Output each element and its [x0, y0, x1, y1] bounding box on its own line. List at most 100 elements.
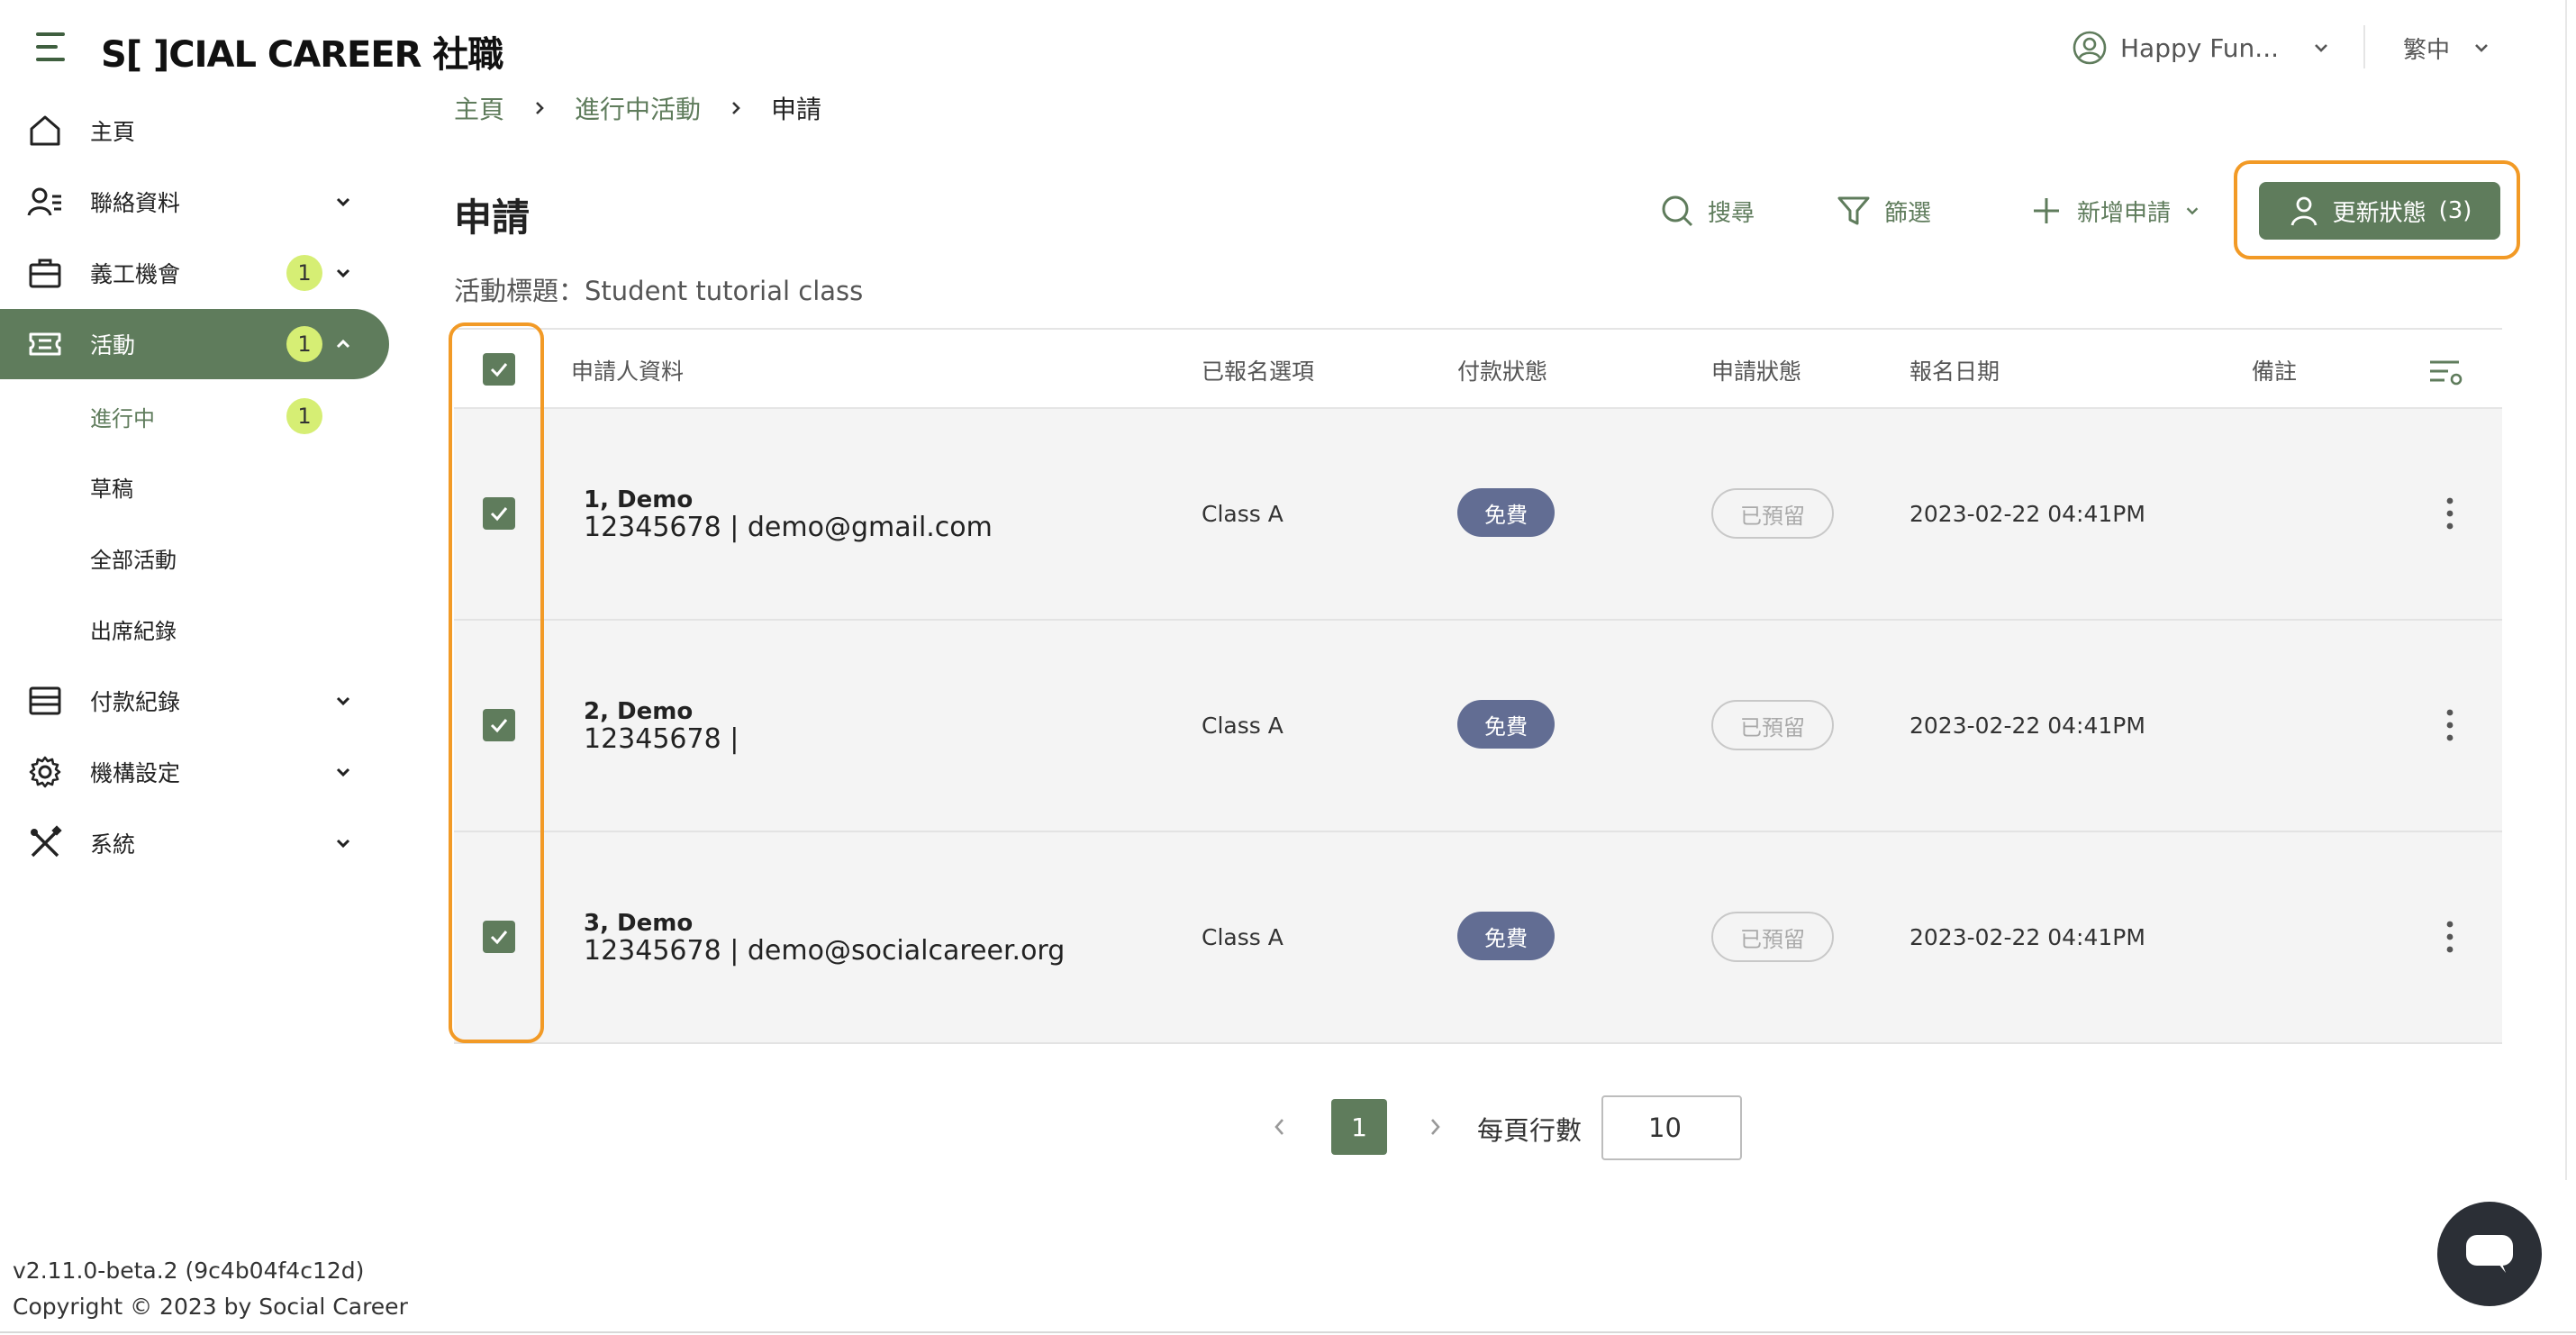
sidebar-item-label: 主頁 — [90, 119, 136, 145]
registration-date: 2023-02-22 04:41PM — [1909, 713, 2145, 739]
application-status-chip: 已預留 — [1711, 488, 1834, 539]
payment-icon — [29, 686, 61, 715]
hamburger-menu-icon[interactable] — [36, 31, 72, 63]
registered-option: Class A — [1202, 713, 1283, 739]
table-row[interactable]: 3, Demo 12345678 | demo@socialcareer.org… — [454, 832, 2502, 1044]
applicant-name[interactable]: 3, Demo — [584, 910, 693, 937]
copyright: Copyright © 2023 by Social Career — [13, 1294, 408, 1320]
page-title: 申請 — [454, 195, 531, 240]
breadcrumb-ongoing-activities[interactable]: 進行中活動 — [575, 90, 701, 126]
sidebar-item-system[interactable]: 系統 — [0, 808, 389, 878]
user-circle-icon — [2073, 31, 2107, 65]
chevron-down-icon — [336, 767, 350, 777]
chevron-down-icon — [336, 696, 350, 706]
sidebar-subitem-drafts[interactable]: 草稿 — [90, 459, 133, 513]
header-option[interactable]: 已報名選項 — [1202, 330, 1314, 411]
prev-page-button[interactable] — [1252, 1099, 1308, 1155]
breadcrumb-home[interactable]: 主頁 — [454, 90, 504, 126]
applicant-contact: 12345678 | demo@gmail.com — [584, 512, 993, 543]
more-options-icon[interactable] — [2435, 495, 2464, 531]
chevron-down-icon — [2315, 44, 2327, 52]
chevron-down-icon — [336, 197, 350, 207]
sidebar-item-label: 聯絡資料 — [90, 190, 181, 216]
chevron-down-icon — [336, 839, 350, 849]
table-row[interactable]: 1, Demo 12345678 | demo@gmail.com Class … — [454, 409, 2502, 621]
header-payment[interactable]: 付款狀態 — [1457, 330, 1547, 411]
header-date[interactable]: 報名日期 — [1909, 330, 2000, 411]
header-divider — [2363, 25, 2365, 68]
chevron-down-icon — [2186, 207, 2199, 215]
sidebar-subitem-ongoing[interactable]: 進行中 — [90, 389, 155, 443]
payment-status-chip: 免費 — [1457, 700, 1555, 749]
search-icon — [1662, 195, 1693, 227]
user-menu[interactable]: Happy Fun... — [2072, 25, 2331, 70]
bottom-border — [0, 1331, 2576, 1333]
registration-date: 2023-02-22 04:41PM — [1909, 924, 2145, 950]
chat-bubble-icon — [2466, 1235, 2513, 1273]
sidebar-item-label: 系統 — [90, 831, 136, 858]
filter-label: 篩選 — [1884, 199, 1932, 227]
application-status-chip: 已預留 — [1711, 700, 1834, 750]
header-applicant[interactable]: 申請人資料 — [571, 330, 684, 411]
chat-button[interactable] — [2437, 1202, 2542, 1306]
applicant-contact: 12345678 | — [584, 723, 739, 755]
language-label: 繁中 — [2403, 36, 2451, 64]
plus-icon — [2034, 198, 2059, 223]
highlight-box — [449, 322, 544, 1043]
briefcase-icon — [29, 259, 61, 288]
more-options-icon[interactable] — [2435, 919, 2464, 955]
table-header: 申請人資料 已報名選項 付款狀態 申請狀態 報名日期 備註 — [454, 328, 2502, 409]
sidebar-item-contacts[interactable]: 聯絡資料 — [0, 167, 389, 237]
gear-icon — [29, 756, 61, 788]
sidebar-item-payments[interactable]: 付款紀錄 — [0, 666, 389, 736]
add-application-label: 新增申請 — [2077, 199, 2172, 227]
header-status[interactable]: 申請狀態 — [1711, 330, 1801, 411]
count-badge: 1 — [286, 326, 322, 362]
search-label: 搜尋 — [1708, 199, 1755, 227]
activity-title: 活動標題：Student tutorial class — [454, 276, 864, 306]
sidebar-item-home[interactable]: 主頁 — [0, 95, 389, 166]
sidebar-item-volunteer[interactable]: 義工機會 1 — [0, 238, 389, 308]
more-options-icon[interactable] — [2435, 707, 2464, 743]
table-row[interactable]: 2, Demo 12345678 | Class A 免費 已預留 2023-0… — [454, 621, 2502, 832]
chevron-down-icon — [336, 268, 350, 278]
filter-button[interactable]: 篩選 — [1836, 187, 1931, 234]
registered-option: Class A — [1202, 924, 1283, 950]
registration-date: 2023-02-22 04:41PM — [1909, 501, 2145, 527]
rows-per-page-input[interactable]: 10 — [1601, 1095, 1742, 1160]
sidebar-item-org-settings[interactable]: 機構設定 — [0, 737, 389, 807]
language-selector[interactable]: 繁中 — [2403, 25, 2491, 70]
app-version: v2.11.0-beta.2 (9c4b04f4c12d) — [13, 1258, 365, 1284]
user-name: Happy Fun... — [2120, 32, 2279, 63]
chevron-right-icon — [536, 102, 544, 114]
contacts-icon — [27, 187, 61, 216]
next-page-button[interactable] — [1407, 1099, 1463, 1155]
count-badge: 1 — [286, 255, 322, 291]
search-button[interactable]: 搜尋 — [1659, 187, 1755, 234]
chevron-down-icon — [2475, 44, 2488, 52]
app-logo[interactable]: S[ ]CIAL CAREER 社職 — [101, 25, 503, 77]
sidebar-item-activities[interactable]: 活動 1 — [0, 309, 389, 379]
column-settings-icon[interactable] — [2428, 357, 2464, 389]
applicant-contact: 12345678 | demo@socialcareer.org — [584, 935, 1066, 967]
page-number-button[interactable]: 1 — [1331, 1099, 1387, 1155]
chevron-left-icon — [1274, 1119, 1283, 1135]
home-icon — [30, 115, 60, 146]
header-remark[interactable]: 備註 — [2252, 330, 2297, 411]
scrollbar-track — [2565, 0, 2567, 1180]
sidebar-item-label: 活動 — [90, 332, 136, 359]
sidebar-item-label: 機構設定 — [90, 760, 181, 786]
ticket-icon — [29, 332, 61, 356]
chevron-right-icon — [732, 102, 740, 114]
filter-icon — [1837, 196, 1870, 225]
add-application-button[interactable]: 新增申請 — [2028, 187, 2201, 234]
sidebar-subitem-all-activities[interactable]: 全部活動 — [90, 531, 177, 585]
sidebar-item-label: 義工機會 — [90, 261, 181, 287]
highlight-box — [2234, 160, 2520, 259]
rows-per-page-label: 每頁行數 — [1477, 1115, 1583, 1146]
applicant-name[interactable]: 2, Demo — [584, 698, 693, 725]
applicant-name[interactable]: 1, Demo — [584, 486, 693, 513]
sidebar-subitem-attendance[interactable]: 出席紀錄 — [90, 602, 177, 656]
breadcrumb: 主頁 進行中活動 申請 — [454, 88, 821, 128]
chevron-up-icon — [336, 339, 350, 349]
